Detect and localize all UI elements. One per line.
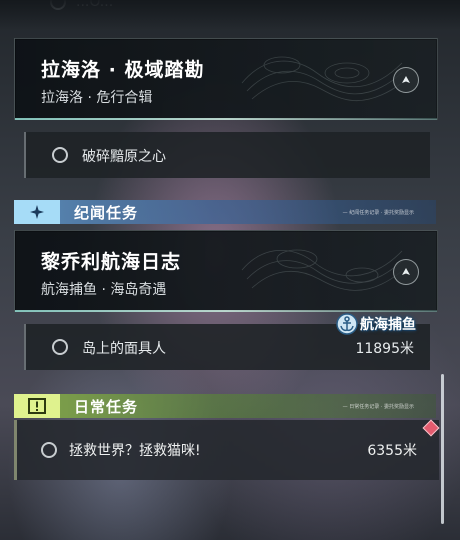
task-label: 拯救世界？拯救猫咪! xyxy=(69,443,201,459)
quest-tracker-panel: ...Ô... 拉海洛 · 极域踏勘 拉海洛 · 危行合辑 破碎黯原之心 纪闻任… xyxy=(0,0,460,540)
tracked-marker-icon xyxy=(422,419,440,437)
task-status-circle-icon xyxy=(50,0,66,10)
section-fine-print: — 纪闻任务记录 · 委托奖励显示 xyxy=(342,210,414,216)
section-title: 纪闻任务 xyxy=(74,203,139,222)
task-label: 破碎黯原之心 xyxy=(82,149,166,165)
partial-task-label: ...Ô... xyxy=(76,0,114,10)
task-status-circle-icon xyxy=(52,339,68,355)
direction-arrow-icon[interactable] xyxy=(393,259,419,285)
task-distance: 6355米 xyxy=(367,443,417,459)
fishing-tag: 航海捕鱼 xyxy=(336,312,416,336)
daily-task-save-cat[interactable]: 拯救世界？拯救猫咪! 6355米 xyxy=(14,419,440,480)
topographic-pattern xyxy=(241,249,403,291)
quest-card-lijiaoli[interactable]: 黎乔利航海日志 航海捕鱼 · 海岛奇遇 xyxy=(14,230,438,312)
task-status-circle-icon xyxy=(52,147,68,163)
sparkle-icon xyxy=(14,200,60,224)
partial-task-row-top[interactable]: ...Ô... xyxy=(50,0,113,10)
quest-title: 黎乔利航海日志 xyxy=(41,251,182,273)
quest-title: 拉海洛 · 极域踏勘 xyxy=(41,59,205,81)
anchor-icon xyxy=(336,313,358,335)
quest-subtitle: 拉海洛 · 危行合辑 xyxy=(41,90,153,106)
direction-arrow-icon[interactable] xyxy=(393,67,419,93)
task-row-broken-heart[interactable]: 破碎黯原之心 xyxy=(24,132,430,178)
fishing-tag-label: 航海捕鱼 xyxy=(360,317,416,333)
exclamation-icon xyxy=(14,394,60,418)
section-fine-print: — 日常任务记录 · 委托奖励显示 xyxy=(342,404,414,410)
section-header-story[interactable]: 纪闻任务 — 纪闻任务记录 · 委托奖励显示 xyxy=(14,200,436,224)
task-distance: 11895米 xyxy=(355,341,414,357)
task-label: 岛上的面具人 xyxy=(82,341,166,357)
section-title: 日常任务 xyxy=(74,397,139,416)
quest-subtitle: 航海捕鱼 · 海岛奇遇 xyxy=(41,282,167,298)
task-status-circle-icon xyxy=(41,442,57,458)
topographic-pattern xyxy=(241,56,403,102)
section-header-daily[interactable]: 日常任务 — 日常任务记录 · 委托奖励显示 xyxy=(14,394,436,418)
scrollbar[interactable] xyxy=(441,374,444,524)
quest-card-lahailuo[interactable]: 拉海洛 · 极域踏勘 拉海洛 · 危行合辑 xyxy=(14,38,438,120)
